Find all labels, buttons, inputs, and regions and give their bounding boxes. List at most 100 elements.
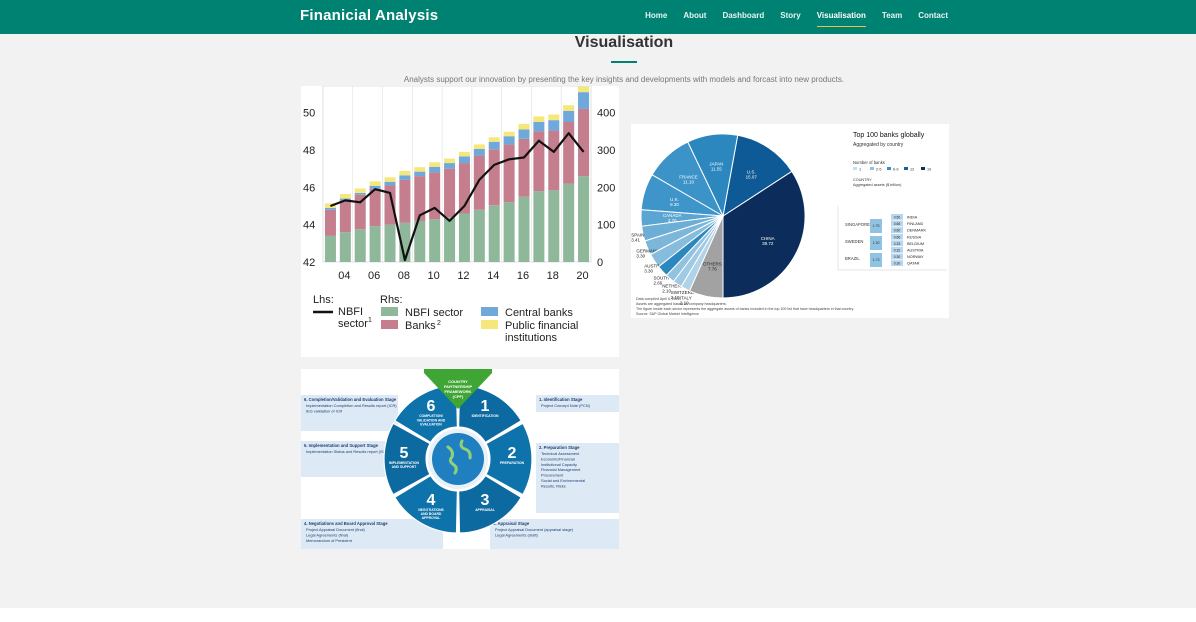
bar-segment-public-financial-institutions — [458, 151, 470, 157]
small-country-label: NORWAY — [907, 255, 924, 259]
legend-count-label: 12 — [910, 168, 914, 172]
left-tick-label: 42 — [303, 257, 315, 269]
right-tick-label: 400 — [597, 108, 615, 120]
legend-label: Public financial — [505, 320, 578, 332]
left-tick-label: 48 — [303, 145, 315, 157]
right-tick-label: 100 — [597, 220, 615, 232]
bar-segment-banks — [369, 188, 381, 227]
small-country-value: 0.66 — [894, 235, 901, 239]
stage-box-item: Institutional Capacity — [541, 462, 577, 467]
stage-label: APPRAISAL — [475, 508, 495, 512]
stage-label: IDENTIFICATION — [472, 414, 499, 418]
stage-label: EVALUATION — [420, 423, 442, 427]
bar-segment-banks — [488, 149, 500, 206]
footer-band — [0, 608, 1196, 622]
stage-box-item: Financial Management — [541, 467, 581, 472]
pie-slice-value: 3.30 — [644, 268, 653, 273]
bar-segment-public-financial-institutions — [488, 137, 500, 142]
stage-box-title: 5. Implementation and Support Stage — [304, 443, 379, 448]
stage-number: 1 — [481, 398, 490, 415]
project-cycle-diagram: 1. Identification Stage Project Concept N… — [301, 369, 619, 549]
left-tick-label: 46 — [303, 182, 315, 194]
bar-segment-nbfi-sector — [488, 205, 500, 262]
small-country-value: 0.30 — [894, 262, 901, 266]
globe-icon — [432, 433, 484, 485]
nav-link-story[interactable]: Story — [780, 0, 800, 34]
bar-segment-public-financial-institutions — [429, 162, 441, 167]
x-tick-label: 10 — [428, 270, 440, 282]
bar-segment-banks — [548, 130, 560, 191]
stage-number: 5 — [400, 445, 409, 462]
bar-segment-central-banks — [548, 120, 560, 131]
bar-segment-banks — [503, 144, 515, 203]
bar-segment-public-financial-institutions — [384, 177, 396, 182]
small-country-value: 0.32 — [894, 249, 901, 253]
pie-subtitle: Aggregated by country — [853, 142, 904, 148]
legend-lhs-label: Lhs: — [313, 294, 334, 306]
pie-title: Top 100 banks globally — [853, 132, 925, 139]
stage-number: 2 — [508, 445, 517, 462]
top-navbar: Finanicial Analysis Home About Dashboard St… — [0, 0, 1196, 34]
bar-segment-nbfi-sector — [324, 235, 336, 262]
bar-segment-central-banks — [324, 207, 336, 210]
nav-link-dashboard[interactable]: Dashboard — [722, 0, 764, 34]
bar-segment-public-financial-institutions — [339, 194, 351, 199]
x-tick-label: 16 — [517, 270, 529, 282]
bar-segment-nbfi-sector — [533, 191, 545, 262]
bar-segment-nbfi-sector — [339, 232, 351, 262]
pie-slice-value: 8.30 — [670, 202, 679, 207]
bar-segment-central-banks — [429, 166, 441, 173]
bar-segment-central-banks — [458, 156, 470, 164]
stage-box-item: Results, Risks — [541, 483, 566, 488]
brand-logo[interactable]: Finanicial Analysis — [300, 7, 438, 24]
legend-color-swatch — [481, 320, 498, 329]
pie-slice-value: 11.55 — [711, 167, 722, 172]
side-country-label: BRAZIL — [845, 256, 860, 261]
bar-segment-public-financial-institutions — [354, 188, 366, 193]
pie-slice-value: 3.30 — [636, 254, 645, 259]
left-tick-label: 50 — [303, 108, 315, 120]
legend-superscript: 1 — [368, 317, 372, 324]
stage-box-item: Implementation Completion and Results re… — [306, 403, 397, 408]
stage-label: PREPARATION — [500, 461, 525, 465]
legend-count-label: 2-5 — [876, 168, 882, 172]
title-divider — [611, 61, 637, 63]
small-country-label: DENMARK — [907, 229, 926, 233]
nav-link-home[interactable]: Home — [645, 0, 667, 34]
main-nav: Home About Dashboard Story Visualisation Team… — [629, 0, 948, 34]
stage-box-title: 1. Identification Stage — [539, 397, 583, 402]
pie-footnote: Assets are aggregated based on company h… — [636, 302, 727, 306]
side-country-value: 1.75 — [873, 224, 880, 228]
legend-label: Central banks — [505, 307, 573, 319]
side-country-label: SINGAPORE — [845, 222, 870, 227]
legend-label: Banks — [405, 320, 436, 332]
stage-box-item: Implementation Status and Results report… — [306, 449, 388, 454]
nav-link-contact[interactable]: Contact — [918, 0, 948, 34]
x-tick-label: 08 — [398, 270, 410, 282]
bar-segment-public-financial-institutions — [473, 144, 485, 149]
pie-footnote: Source: S&P Global Market Intelligence — [636, 312, 699, 316]
nbfi-chart-svg: 5048464442400300200100004 06 08 10 12 14 16 18 2… — [303, 86, 615, 344]
bar-segment-banks — [444, 168, 456, 218]
pie-slice-value: 7.76 — [708, 267, 717, 272]
stage-box-title: 2. Preparation Stage — [539, 445, 580, 450]
nav-link-about[interactable]: About — [683, 0, 706, 34]
stage-box-item: Project Concept Note (PCN) — [541, 403, 591, 408]
stage-box-item: Legal Agreements (draft) — [495, 532, 539, 537]
stage-box-title: 3. Appraisal Stage — [493, 521, 530, 526]
pie-slice-value: 39.72 — [762, 241, 774, 246]
bar-segment-public-financial-institutions — [369, 181, 381, 186]
bar-segment-central-banks — [473, 148, 485, 156]
nav-link-team[interactable]: Team — [882, 0, 902, 34]
x-tick-label: 06 — [368, 270, 380, 282]
bar-segment-central-banks — [399, 175, 411, 180]
nbfi-bar-line-chart: 50 48 46 44 42 400 300 200 100 0 04 06 08 10 12 14 16 18 2… — [301, 86, 619, 357]
small-country-value: 0.60 — [894, 229, 901, 233]
bar-segment-nbfi-sector — [444, 217, 456, 262]
x-tick-label: 12 — [457, 270, 469, 282]
nav-link-visualisation[interactable]: Visualisation — [816, 0, 867, 34]
bar-segment-nbfi-sector — [458, 213, 470, 262]
bar-segment-nbfi-sector — [503, 202, 515, 262]
bar-segment-nbfi-sector — [369, 226, 381, 262]
stage-number: 3 — [481, 492, 490, 509]
